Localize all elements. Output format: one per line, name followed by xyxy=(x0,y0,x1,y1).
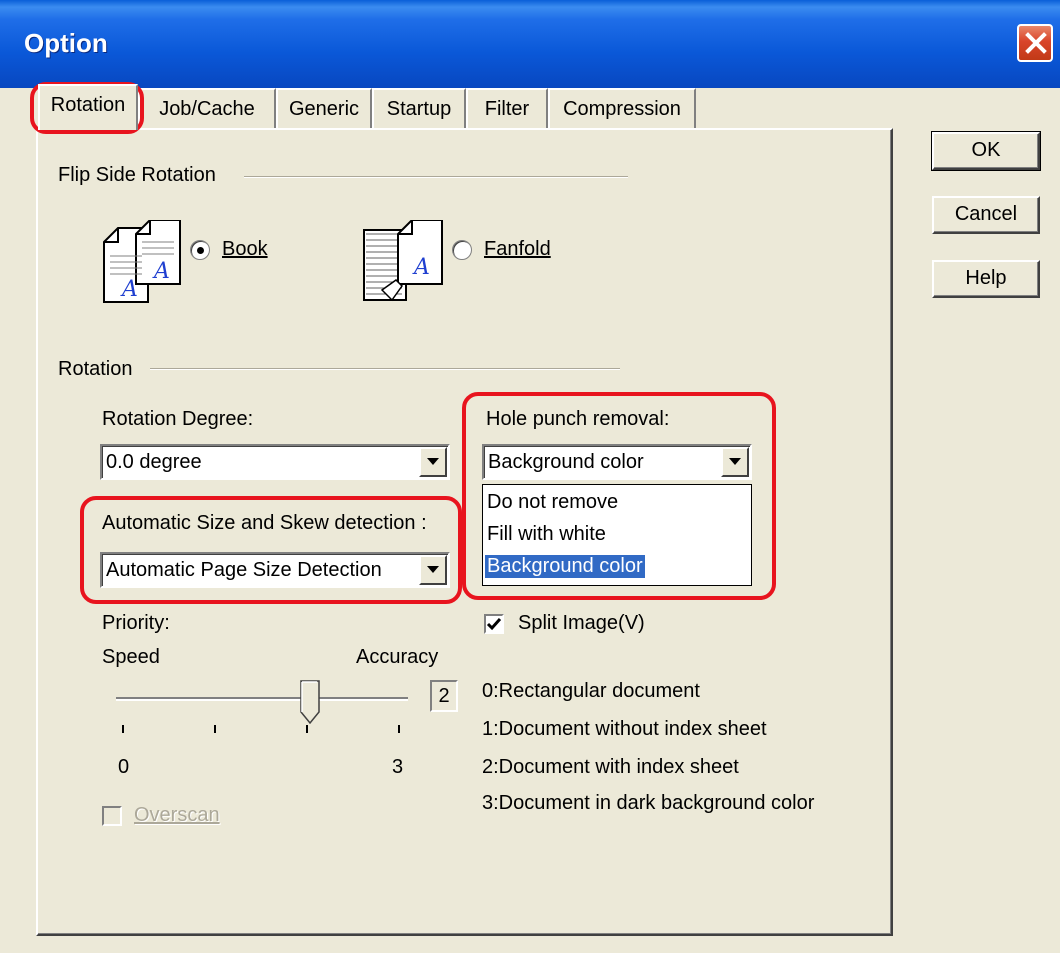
tab-compression[interactable]: Compression xyxy=(548,88,696,128)
hole-punch-select[interactable]: Background color xyxy=(482,444,752,480)
rotation-degree-dropdown-button[interactable] xyxy=(419,447,447,477)
overscan-label-text: Overscan xyxy=(134,804,220,826)
hole-punch-dropdown-list: Do not remove Fill with white Background… xyxy=(482,484,752,586)
cancel-button[interactable]: Cancel xyxy=(932,196,1040,234)
book-icon: A A xyxy=(103,220,181,303)
book-icon-letter: A xyxy=(120,277,138,302)
close-button[interactable] xyxy=(1017,24,1053,62)
legend-item: 2:Document with index sheet xyxy=(482,756,739,778)
close-icon xyxy=(1025,32,1047,54)
book-label-text: Book xyxy=(222,238,268,260)
book-label[interactable]: Book xyxy=(222,238,268,261)
tab-rotation[interactable]: Rotation xyxy=(38,84,138,130)
auto-detection-value: Automatic Page Size Detection xyxy=(106,559,382,581)
speed-label: Speed xyxy=(102,646,160,668)
priority-slider-thumb[interactable] xyxy=(300,680,320,724)
rotation-heading: Rotation xyxy=(58,358,133,380)
hole-punch-dropdown-button[interactable] xyxy=(721,447,749,477)
chevron-down-icon xyxy=(427,566,439,573)
tab-startup[interactable]: Startup xyxy=(372,88,466,128)
slider-tick xyxy=(214,725,216,733)
auto-detection-select[interactable]: Automatic Page Size Detection xyxy=(100,552,450,588)
split-image-checkbox[interactable] xyxy=(484,614,504,634)
legend-item: 3:Document in dark background color xyxy=(482,792,815,814)
tab-generic[interactable]: Generic xyxy=(276,88,372,128)
hole-punch-label: Hole punch removal: xyxy=(486,408,669,431)
rotation-divider xyxy=(150,368,620,370)
chevron-down-icon xyxy=(427,458,439,465)
overscan-label: Overscan xyxy=(134,804,220,827)
rotation-degree-value: 0.0 degree xyxy=(106,451,202,473)
split-image-label[interactable]: Split Image(V) xyxy=(518,612,645,635)
fanfold-icon-letter: A xyxy=(412,255,430,280)
fanfold-icon: A xyxy=(363,220,443,302)
hole-punch-value: Background color xyxy=(488,451,644,473)
auto-detection-dropdown-button[interactable] xyxy=(419,555,447,585)
rotation-degree-label: Rotation Degree: xyxy=(102,408,254,430)
priority-slider-track[interactable] xyxy=(116,697,408,701)
legend-item: 1:Document without index sheet xyxy=(482,718,767,740)
legend-item: 0:Rectangular document xyxy=(482,680,700,702)
fanfold-label-text: Fanfold xyxy=(484,238,551,260)
window-title: Option xyxy=(24,28,108,58)
hole-punch-label-text: Hole punch removal: xyxy=(486,408,670,430)
rotation-degree-select[interactable]: 0.0 degree xyxy=(100,444,450,480)
ok-button[interactable]: OK xyxy=(931,131,1041,171)
hole-punch-option[interactable]: Fill with white xyxy=(485,523,608,546)
chevron-down-icon xyxy=(729,458,741,465)
slider-tick xyxy=(306,725,308,733)
slider-tick xyxy=(398,725,400,733)
book-radio[interactable] xyxy=(190,240,210,260)
tab-filter[interactable]: Filter xyxy=(466,88,548,128)
slider-max-label: 3 xyxy=(392,756,404,778)
fanfold-radio[interactable] xyxy=(452,240,472,260)
hole-punch-option-selected[interactable]: Background color xyxy=(484,554,646,579)
fanfold-label[interactable]: Fanfold xyxy=(484,238,551,261)
book-icon-letter: A xyxy=(152,259,170,284)
flip-side-divider xyxy=(244,176,628,178)
accuracy-label: Accuracy xyxy=(356,646,439,668)
tab-job-cache[interactable]: Job/Cache xyxy=(138,88,276,128)
flip-side-heading: Flip Side Rotation xyxy=(58,164,216,186)
overscan-checkbox[interactable] xyxy=(102,806,122,826)
priority-value-box: 2 xyxy=(430,680,458,712)
priority-label: Priority: xyxy=(102,612,170,634)
help-button[interactable]: Help xyxy=(932,260,1040,298)
title-bar[interactable] xyxy=(0,0,1060,88)
auto-detection-label: Automatic Size and Skew detection : xyxy=(102,512,427,534)
hole-punch-option[interactable]: Do not remove xyxy=(485,491,620,514)
slider-min-label: 0 xyxy=(118,756,130,778)
checkmark-icon xyxy=(486,618,502,631)
slider-tick xyxy=(122,725,124,733)
